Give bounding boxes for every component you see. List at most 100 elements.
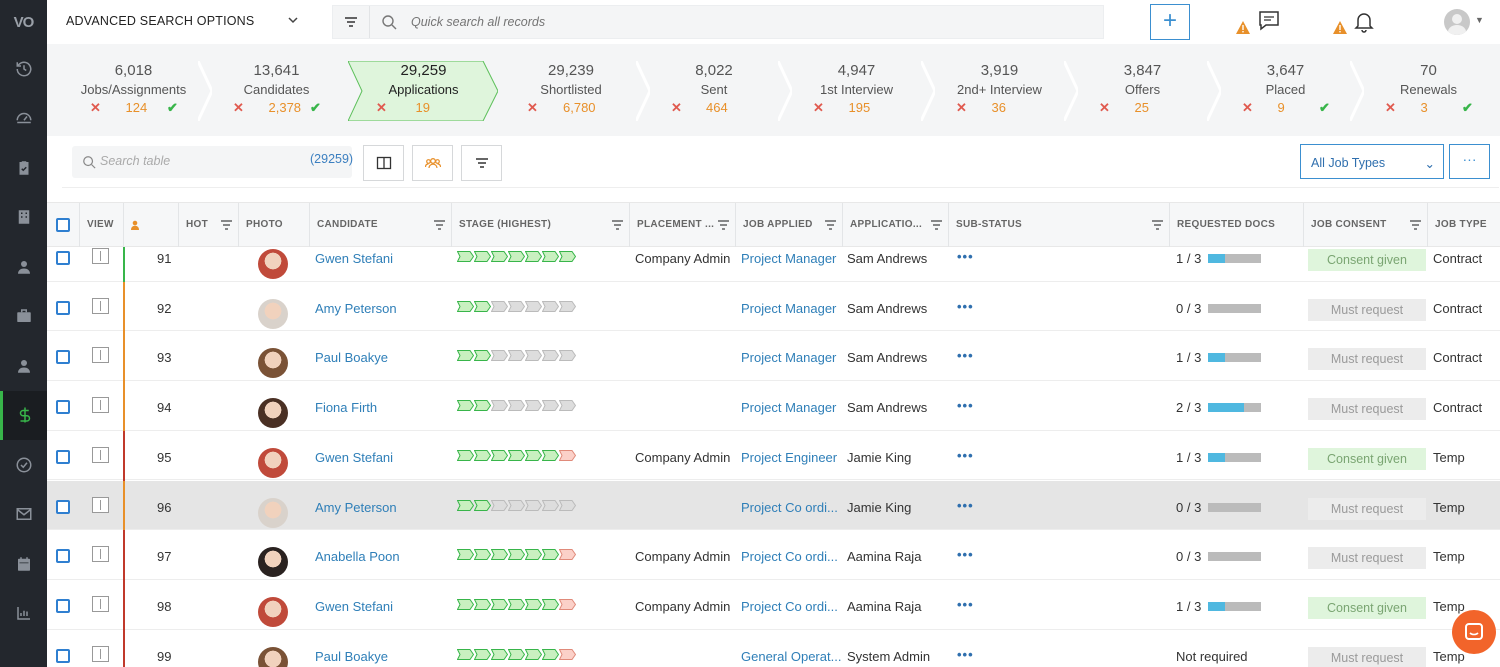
check-icon[interactable]: ✔ [167,99,178,117]
pipeline-stage[interactable]: 6,018 Jobs/Assignments ✕ 124 ✔ [62,61,205,121]
col-job-consent[interactable]: JOB CONSENT [1303,203,1427,247]
contacts-icon[interactable] [0,242,47,292]
table-row[interactable]: 93 Paul Boakye Project Manager Sam Andrews •… [47,331,1500,382]
calendar-icon[interactable] [0,539,47,589]
candidate-name[interactable]: Gwen Stefani [315,450,393,465]
view-record-icon[interactable] [92,347,109,364]
job-applied-link[interactable]: Project Manager [741,301,836,316]
columns-button[interactable] [363,145,404,181]
candidate-name[interactable]: Gwen Stefani [315,599,393,614]
pipeline-stage[interactable]: 70 Renewals ✕ 3 ✔ [1357,61,1500,121]
view-record-icon[interactable] [92,397,109,414]
filter-icon[interactable] [343,14,359,30]
row-checkbox[interactable] [56,499,70,514]
job-applied-link[interactable]: Project Co ordi... [741,549,838,564]
col-job-type[interactable]: JOB TYPE [1427,203,1500,247]
candidate-name[interactable]: Amy Peterson [315,500,397,515]
row-checkbox[interactable] [56,549,70,564]
sub-status-menu[interactable]: ••• [957,647,974,662]
reports-icon[interactable] [0,589,47,639]
pipeline-stage[interactable]: 29,239 Shortlisted ✕ 6,780 [499,61,643,121]
row-checkbox[interactable] [56,300,70,315]
row-checkbox[interactable] [56,400,70,415]
pipeline-stage[interactable]: 3,847 Offers ✕ 25 [1071,61,1214,121]
companies-icon[interactable] [0,193,47,243]
candidate-name[interactable]: Gwen Stefani [315,251,393,266]
col-hot[interactable]: HOT [178,203,238,247]
sub-status-menu[interactable]: ••• [957,597,974,612]
history-icon[interactable] [0,44,47,94]
view-record-icon[interactable] [92,297,109,314]
pipeline-stage[interactable]: 13,641 Candidates ✕ 2,378 ✔ [205,61,348,121]
candidate-photo[interactable] [258,646,288,667]
row-checkbox[interactable] [56,598,70,613]
view-record-icon[interactable] [92,248,109,264]
chevron-down-icon[interactable]: ▼ [1475,15,1484,25]
pipeline-stage[interactable]: 8,022 Sent ✕ 464 [643,61,785,121]
view-record-icon[interactable] [92,446,109,463]
add-button[interactable]: + [1150,4,1190,40]
candidate-photo[interactable] [258,547,288,578]
table-row[interactable]: 92 Amy Peterson Project Manager Sam Andrews… [47,281,1500,332]
candidate-photo[interactable] [258,398,288,429]
candidate-photo[interactable] [258,348,288,379]
row-checkbox[interactable] [56,449,70,464]
job-applied-link[interactable]: Project Engineer [741,450,837,465]
group-button[interactable] [412,145,453,181]
user-avatar[interactable] [1444,9,1470,35]
job-consent-badge[interactable]: Must request [1308,646,1426,667]
job-consent-badge[interactable]: Consent given [1308,447,1426,470]
table-row[interactable]: 97 Anabella Poon Company Admin Project Co o… [47,530,1500,581]
candidate-name[interactable]: Paul Boakye [315,350,388,365]
reject-icon[interactable]: ✕ [1385,99,1396,117]
reject-icon[interactable]: ✕ [1099,99,1110,117]
col-requested-docs[interactable]: REQUESTED DOCS [1169,203,1303,247]
row-checkbox[interactable] [56,251,70,265]
reject-icon[interactable]: ✕ [233,99,244,117]
candidate-name[interactable]: Amy Peterson [315,301,397,316]
pipeline-stage[interactable]: 4,947 1st Interview ✕ 195 [785,61,928,121]
candidate-name[interactable]: Fiona Firth [315,400,377,415]
job-consent-badge[interactable]: Consent given [1308,596,1426,619]
candidate-name[interactable]: Anabella Poon [315,549,400,564]
job-applied-link[interactable]: Project Manager [741,400,836,415]
view-record-icon[interactable] [92,496,109,513]
candidate-photo[interactable] [258,497,288,528]
candidate-photo[interactable] [258,596,288,627]
table-row[interactable]: 95 Gwen Stefani Company Admin Project Engin… [47,430,1500,481]
chat-launcher-button[interactable] [1452,610,1496,654]
filter-icon[interactable] [612,220,623,230]
sub-status-menu[interactable]: ••• [957,299,974,314]
pipeline-stage[interactable]: 3,647 Placed ✕ 9 ✔ [1214,61,1357,121]
job-consent-badge[interactable]: Must request [1308,348,1426,371]
reject-icon[interactable]: ✕ [90,99,101,117]
filter-icon[interactable] [1410,220,1421,230]
candidate-photo[interactable] [258,298,288,329]
reject-icon[interactable]: ✕ [813,99,824,117]
more-options-button[interactable]: ··· [1449,144,1490,179]
table-row[interactable]: 98 Gwen Stefani Company Admin Project Co or… [47,579,1500,630]
col-stage[interactable]: STAGE (HIGHEST) [451,203,629,247]
job-applied-link[interactable]: Project Manager [741,251,836,266]
finance-icon[interactable] [0,390,47,440]
job-applied-link[interactable]: Project Co ordi... [741,599,838,614]
sub-status-menu[interactable]: ••• [957,498,974,513]
check-icon[interactable]: ✔ [1319,99,1330,117]
candidate-photo[interactable] [258,249,288,279]
chat-icon[interactable] [1257,9,1281,33]
table-row[interactable]: 96 Amy Peterson Project Co ordi... Jamie Ki… [47,480,1500,531]
quick-search-input[interactable] [411,12,1011,32]
advanced-search-options[interactable]: ADVANCED SEARCH OPTIONS [66,14,254,28]
col-view[interactable]: VIEW [79,203,123,247]
check-icon[interactable]: ✔ [1462,99,1473,117]
reject-icon[interactable]: ✕ [1242,99,1253,117]
filter-icon[interactable] [931,220,942,230]
sub-status-menu[interactable]: ••• [957,348,974,363]
filter-icon[interactable] [1152,220,1163,230]
sub-status-menu[interactable]: ••• [957,547,974,562]
view-record-icon[interactable] [92,595,109,612]
sub-status-menu[interactable]: ••• [957,398,974,413]
mail-icon[interactable] [0,490,47,540]
reject-icon[interactable]: ✕ [527,99,538,117]
view-record-icon[interactable] [92,645,109,662]
